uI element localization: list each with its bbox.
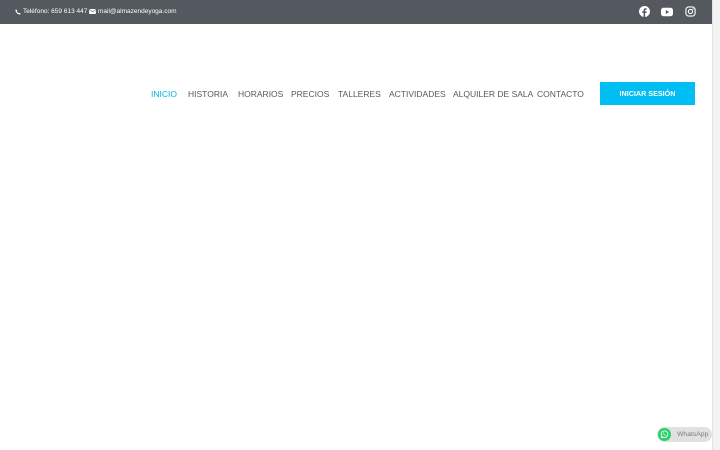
phone-icon bbox=[15, 8, 21, 15]
facebook-icon[interactable] bbox=[639, 6, 650, 17]
nav-item-talleres[interactable]: TALLERES bbox=[338, 88, 381, 100]
whatsapp-button[interactable]: WhatsApp bbox=[657, 427, 712, 442]
whatsapp-label: WhatsApp bbox=[677, 431, 709, 438]
envelope-icon bbox=[89, 9, 96, 14]
nav-item-historia[interactable]: HISTORIA bbox=[188, 88, 228, 100]
phone-contact[interactable]: Teléfono: 659 613 447 bbox=[15, 7, 87, 16]
phone-text: Teléfono: 659 613 447 bbox=[23, 8, 88, 15]
email-text: mail@almazendeyoga.com bbox=[98, 8, 177, 15]
top-bar: Teléfono: 659 613 447 mail@almazendeyoga… bbox=[0, 0, 712, 24]
nav-item-inicio[interactable]: INICIO bbox=[151, 88, 177, 100]
scrollbar[interactable] bbox=[712, 0, 720, 450]
nav-item-horarios[interactable]: HORARIOS bbox=[238, 88, 283, 100]
nav-item-alquiler-de-sala[interactable]: ALQUILER DE SALA bbox=[453, 88, 533, 100]
nav-item-precios[interactable]: PRECIOS bbox=[291, 88, 329, 100]
page: Teléfono: 659 613 447 mail@almazendeyoga… bbox=[0, 0, 720, 450]
nav-item-contacto[interactable]: CONTACTO bbox=[537, 88, 584, 100]
email-contact[interactable]: mail@almazendeyoga.com bbox=[89, 7, 177, 16]
login-button[interactable]: INICIAR SESIÓN bbox=[600, 82, 695, 105]
whatsapp-icon bbox=[658, 428, 671, 441]
youtube-icon[interactable] bbox=[661, 7, 673, 17]
instagram-icon[interactable] bbox=[685, 6, 696, 17]
nav-item-actividades[interactable]: ACTIVIDADES bbox=[389, 88, 446, 100]
